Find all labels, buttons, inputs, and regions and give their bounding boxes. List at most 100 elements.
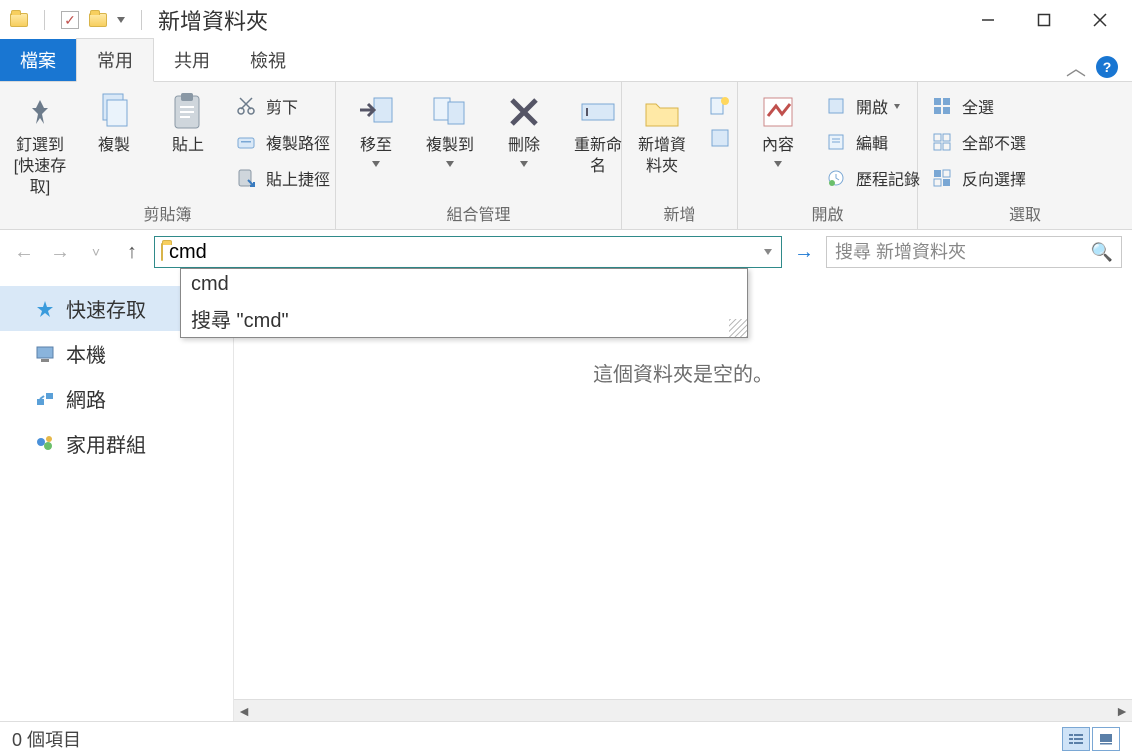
address-bar[interactable] [154,236,782,268]
paste-icon [168,92,208,132]
close-button[interactable] [1072,0,1128,40]
tab-home[interactable]: 常用 [76,38,154,82]
edit-icon [822,128,850,156]
homegroup-icon [34,433,56,455]
nav-network[interactable]: 網路 [0,376,233,421]
minimize-icon [981,13,995,27]
search-icon[interactable]: 🔍 [1091,242,1113,263]
pin-icon [20,92,60,132]
qat-properties-icon[interactable]: ✓ [61,11,79,29]
minimize-button[interactable] [960,0,1016,40]
new-folder-icon [642,92,682,132]
tab-view[interactable]: 檢視 [230,39,306,81]
scroll-right-icon[interactable]: ► [1112,703,1132,719]
select-all-button[interactable]: 全選 [928,92,1026,120]
group-open: 內容 開啟 編輯 歷程記錄 開啟 [738,82,918,229]
collapse-ribbon-icon[interactable]: ︿ [1066,52,1086,81]
properties-icon [758,92,798,132]
address-dropdown-button[interactable] [753,249,781,255]
group-new: 新增資料夾 新增 [622,82,738,229]
back-button[interactable]: ← [10,238,38,266]
network-icon [34,388,56,410]
moveto-button[interactable]: 移至 [346,88,406,167]
copy-path-icon [232,128,260,156]
tab-share[interactable]: 共用 [154,39,230,81]
close-icon [1093,13,1107,27]
paste-shortcut-icon [232,164,260,192]
large-icons-view-icon [1098,733,1114,745]
star-icon [34,298,56,320]
view-large-icons-button[interactable] [1092,727,1120,751]
moveto-icon [356,92,396,132]
address-input[interactable] [169,237,753,267]
chevron-down-icon [774,161,782,167]
window-title: 新增資料夾 [148,4,268,36]
address-autocomplete: cmd 搜尋 "cmd" [180,268,748,338]
chevron-down-icon [372,161,380,167]
search-box[interactable]: 🔍 [826,236,1122,268]
copyto-icon [430,92,470,132]
new-item-icon[interactable] [706,92,734,120]
copy-path-button[interactable]: 複製路徑 [232,128,330,156]
address-folder-icon [155,244,169,260]
status-bar: 0 個項目 [0,721,1132,755]
group-select: 全選 全部不選 反向選擇 選取 [918,82,1132,229]
forward-button[interactable]: → [46,238,74,266]
nav-tree: 快速存取 本機 網路 家用群組 [0,274,234,721]
invert-selection-button[interactable]: 反向選擇 [928,164,1026,192]
history-icon [822,164,850,192]
nav-homegroup[interactable]: 家用群組 [0,421,233,466]
open-icon [822,92,850,120]
qat-folder-icon[interactable] [89,13,107,27]
resize-grip-icon[interactable] [729,319,747,337]
select-none-icon [928,128,956,156]
paste-shortcut-button[interactable]: 貼上捷徑 [232,164,330,192]
recent-locations-button[interactable]: ˅ [82,238,110,266]
details-view-icon [1068,733,1084,745]
qat-customize-icon[interactable] [117,17,125,23]
copy-icon [94,92,134,132]
ribbon: 釘選到 [快速存取] 複製 貼上 剪下 複製路徑 [0,82,1132,230]
go-button[interactable]: → [790,236,818,268]
open-button[interactable]: 開啟 [822,92,920,120]
content-area: 這個資料夾是空的。 ◄ ► [234,274,1132,721]
help-icon[interactable]: ? [1096,56,1118,78]
pc-icon [34,343,56,365]
properties-button[interactable]: 內容 [748,88,808,167]
new-folder-button[interactable]: 新增資料夾 [632,88,692,178]
tab-file[interactable]: 檔案 [0,39,76,81]
maximize-icon [1037,13,1051,27]
cut-icon [232,92,260,120]
navigation-bar: ← → ˅ ↑ cmd 搜尋 "cmd" → 🔍 [0,230,1132,274]
cut-button[interactable]: 剪下 [232,92,330,120]
app-icon [10,13,28,27]
horizontal-scrollbar[interactable]: ◄ ► [234,699,1132,721]
delete-button[interactable]: 刪除 [494,88,554,167]
paste-button[interactable]: 貼上 [158,88,218,157]
view-details-button[interactable] [1062,727,1090,751]
copy-button[interactable]: 複製 [84,88,144,157]
status-item-count: 0 個項目 [12,726,81,752]
pin-button[interactable]: 釘選到 [快速存取] [10,88,70,198]
group-clipboard: 釘選到 [快速存取] 複製 貼上 剪下 複製路徑 [0,82,336,229]
group-organize: 移至 複製到 刪除 重新命名 組合管理 [336,82,622,229]
rename-button[interactable]: 重新命名 [568,88,628,178]
ribbon-tabs: 檔案 常用 共用 檢視 ︿ ? [0,40,1132,82]
copyto-button[interactable]: 複製到 [420,88,480,167]
chevron-down-icon [520,161,528,167]
history-button[interactable]: 歷程記錄 [822,164,920,192]
select-none-button[interactable]: 全部不選 [928,128,1026,156]
rename-icon [578,92,618,132]
invert-icon [928,164,956,192]
empty-folder-message: 這個資料夾是空的。 [593,358,773,387]
maximize-button[interactable] [1016,0,1072,40]
autocomplete-item[interactable]: cmd [181,269,747,300]
edit-button[interactable]: 編輯 [822,128,920,156]
up-button[interactable]: ↑ [118,238,146,266]
chevron-down-icon [446,161,454,167]
easy-access-icon[interactable] [706,124,734,152]
select-all-icon [928,92,956,120]
scroll-left-icon[interactable]: ◄ [234,703,254,719]
search-input[interactable] [835,242,1091,263]
autocomplete-item[interactable]: 搜尋 "cmd" [181,300,747,337]
